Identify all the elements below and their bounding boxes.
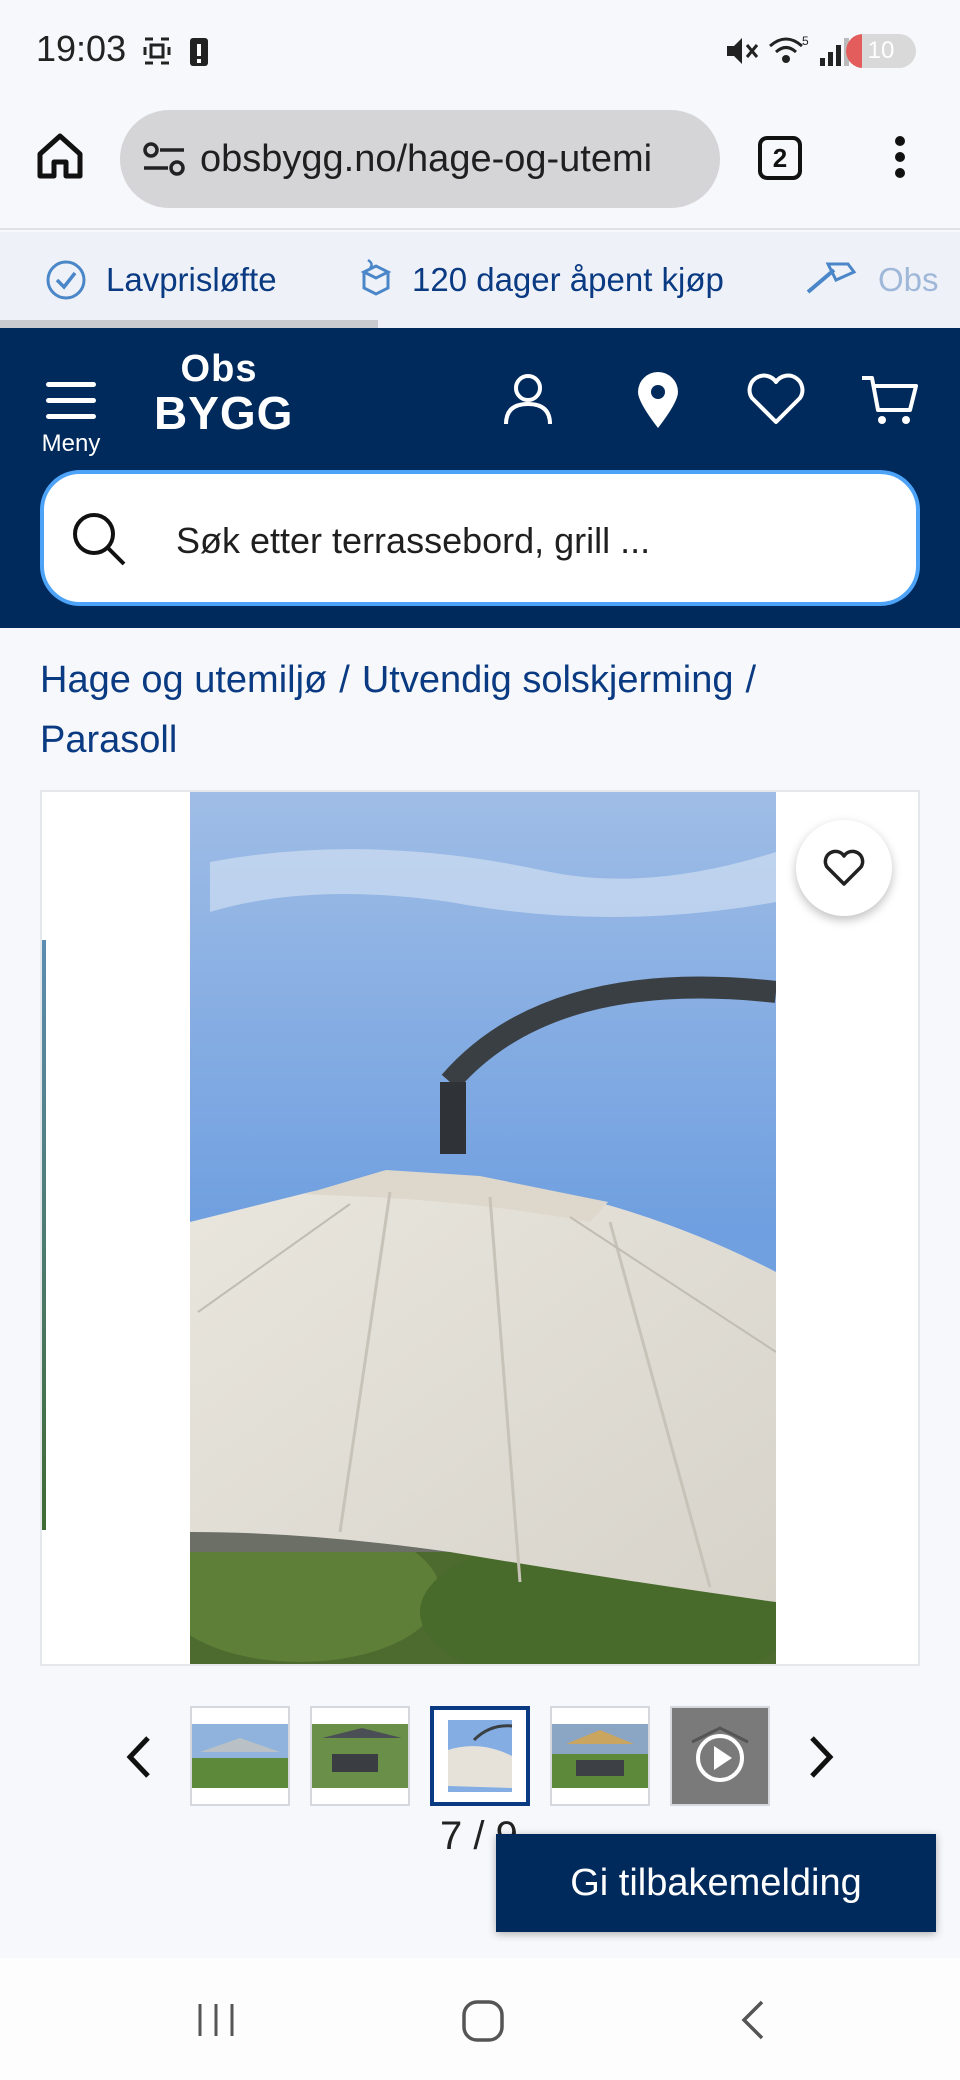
mute-icon — [727, 38, 759, 64]
site-settings-icon[interactable] — [142, 142, 186, 176]
more-options-icon[interactable] — [880, 130, 920, 186]
recent-apps-icon[interactable] — [194, 1998, 238, 2042]
promo-strip: Lavprisløfte 120 dager åpent kjøp Obs — [0, 232, 960, 328]
menu-label: Meny — [41, 430, 101, 457]
screen-capture-icon — [143, 37, 171, 65]
promo-item-open-purchase[interactable]: 120 dager åpent kjøp — [358, 258, 724, 302]
promo-scroll-progress — [0, 320, 378, 328]
home-nav-icon[interactable] — [460, 1998, 506, 2044]
breadcrumb-separator: / — [339, 659, 350, 701]
obs-bygg-logo[interactable]: Obs BYGG — [154, 348, 294, 448]
promo-item-obs[interactable]: Obs — [804, 258, 939, 302]
battery-indicator: 10 — [846, 34, 916, 68]
breadcrumb-link-shading[interactable]: Utvendig solskjerming — [362, 659, 734, 701]
promo-label: Obs — [878, 261, 939, 298]
menu-button[interactable]: Meny — [36, 368, 106, 457]
breadcrumb: Hage og utemiljø / Utvendig solskjerming / P… — [40, 650, 920, 770]
back-icon[interactable] — [736, 1998, 772, 2042]
location-pin-icon[interactable] — [626, 368, 690, 432]
feedback-button[interactable]: Gi tilbakemelding — [496, 1834, 936, 1932]
browser-toolbar: obsbygg.no/hage-og-utemi 2 — [0, 100, 960, 230]
thumbnail-image — [192, 1708, 288, 1804]
logo-line-2: BYGG — [154, 387, 294, 439]
svg-text:5: 5 — [802, 34, 809, 48]
box-icon — [360, 258, 392, 296]
thumbnail-image — [312, 1708, 408, 1804]
promo-label: Lavprisløfte — [106, 261, 277, 298]
search-icon — [73, 513, 126, 566]
user-icon[interactable] — [496, 368, 560, 432]
product-image[interactable] — [190, 792, 776, 1666]
heart-outline-icon — [823, 849, 865, 886]
cart-icon[interactable] — [858, 368, 922, 432]
url-text: obsbygg.no/hage-og-utemi — [200, 138, 653, 180]
battery-level: 10 — [867, 37, 895, 64]
favorite-button[interactable] — [796, 820, 892, 916]
thumbnail-image — [552, 1708, 648, 1804]
thumbnail-1[interactable] — [190, 1706, 290, 1806]
thumbnail-3-active[interactable] — [430, 1706, 530, 1806]
thumbnail-5-video[interactable] — [670, 1706, 770, 1806]
heart-icon[interactable] — [744, 368, 808, 432]
thumbnail-image — [434, 1710, 526, 1802]
breadcrumb-link-parasol[interactable]: Parasoll — [40, 719, 177, 761]
chevron-left-icon[interactable] — [120, 1732, 160, 1782]
home-icon[interactable] — [34, 130, 86, 182]
page: 19:03 5 10 obsbygg.no/hage-og-utemi 2 La… — [0, 0, 960, 2080]
thumbnail-4[interactable] — [550, 1706, 650, 1806]
chevron-right-icon[interactable] — [800, 1732, 840, 1782]
hammer-icon — [806, 262, 857, 294]
thumbnail-2[interactable] — [310, 1706, 410, 1806]
search-input[interactable]: Søk etter terrassebord, grill ... — [40, 470, 920, 606]
check-circle-icon — [46, 260, 86, 300]
promo-item-price-promise[interactable]: Lavprisløfte — [44, 258, 277, 302]
tab-switcher-button[interactable]: 2 — [758, 136, 802, 180]
status-bar: 19:03 5 10 — [0, 0, 960, 100]
previous-image-peek — [42, 940, 46, 1530]
wifi-icon: 5 — [769, 34, 809, 63]
search-placeholder: Søk etter terrassebord, grill ... — [176, 520, 651, 561]
status-time: 19:03 — [36, 28, 127, 69]
site-header: Meny Obs BYGG Søk etter terrassebord, gr… — [0, 328, 960, 628]
url-bar[interactable]: obsbygg.no/hage-og-utemi — [120, 110, 720, 208]
thumbnail-strip — [0, 1706, 960, 1806]
promo-label: 120 dager åpent kjøp — [412, 261, 724, 298]
breadcrumb-separator: / — [745, 659, 757, 701]
battery-alert-icon — [190, 38, 208, 66]
logo-line-1: Obs — [180, 348, 258, 390]
product-image-gallery[interactable] — [40, 790, 920, 1666]
breadcrumb-link-garden[interactable]: Hage og utemiljø — [40, 659, 327, 701]
thumbnail-image — [672, 1708, 768, 1804]
system-navigation-bar — [0, 1958, 960, 2080]
